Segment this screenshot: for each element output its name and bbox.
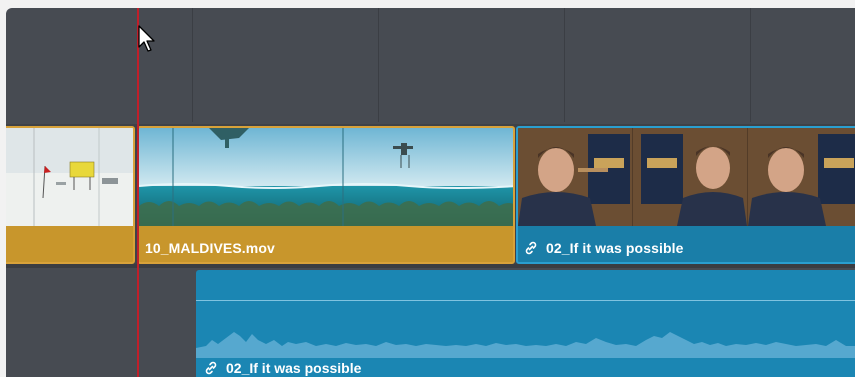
playhead[interactable] xyxy=(137,8,139,377)
clip-label: 10_MALDIVES.mov xyxy=(145,240,275,256)
grid-line xyxy=(192,8,193,122)
grid-line xyxy=(378,8,379,122)
timeline-panel[interactable]: 10_MALDIVES.mov 02_If it was possible 02… xyxy=(6,8,855,377)
clip-label: 02_If it was possible xyxy=(524,240,684,256)
video-clip-maldives[interactable]: 10_MALDIVES.mov xyxy=(137,126,515,264)
video-clip-interview[interactable]: 02_If it was possible xyxy=(516,126,855,264)
grid-line xyxy=(750,8,751,122)
clip-thumbnail xyxy=(6,128,133,226)
clip-label-text: 02_If it was possible xyxy=(546,240,684,256)
grid-line xyxy=(564,8,565,122)
clip-thumbnail xyxy=(518,128,855,226)
audio-clip-interview[interactable]: 02_If it was possible xyxy=(196,270,855,377)
audio-clip-label: 02_If it was possible xyxy=(204,360,361,376)
clip-thumbnail xyxy=(139,128,513,226)
audio-volume-line xyxy=(196,300,855,301)
audio-waveform xyxy=(196,332,855,358)
link-icon xyxy=(205,361,217,375)
audio-clip-label-text: 02_If it was possible xyxy=(226,360,362,376)
arrow-cursor-icon xyxy=(138,25,155,52)
link-icon xyxy=(525,241,537,255)
video-clip-snow[interactable] xyxy=(6,126,135,264)
